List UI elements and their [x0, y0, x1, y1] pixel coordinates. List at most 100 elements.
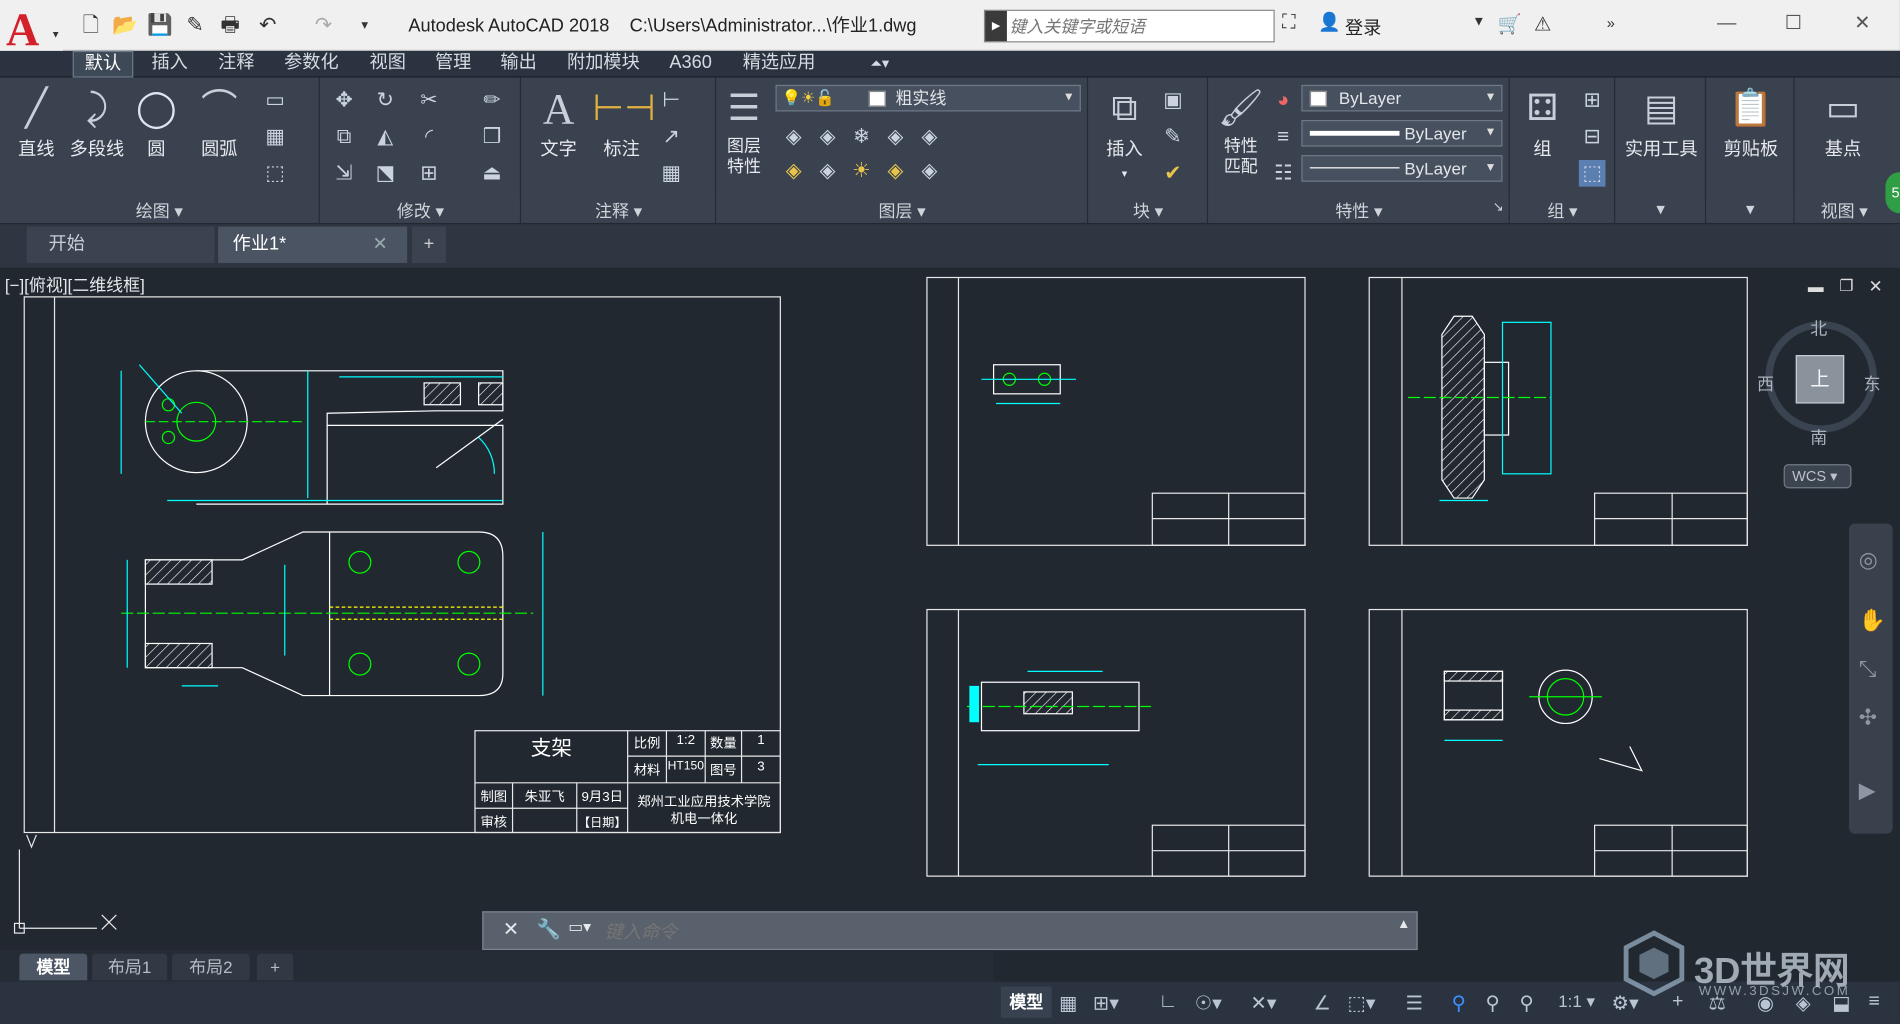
- maximize-button[interactable]: ☐: [1763, 7, 1824, 41]
- panel-view-label[interactable]: 视图 ▾: [1795, 198, 1893, 221]
- tab-default[interactable]: 默认: [72, 50, 134, 78]
- customize-wrench-icon[interactable]: 🔧: [537, 917, 561, 941]
- cart-icon[interactable]: 🛒: [1498, 12, 1522, 36]
- isodraft-icon[interactable]: ✕▾: [1250, 991, 1276, 1015]
- utilities-button[interactable]: ▤ 实用工具: [1619, 85, 1704, 161]
- panel-groups-label[interactable]: 组 ▾: [1510, 198, 1614, 221]
- group-button[interactable]: ⚃ 组: [1516, 85, 1569, 161]
- tab-manage[interactable]: 管理: [424, 51, 482, 78]
- layer-walk-icon[interactable]: ◈: [916, 158, 943, 185]
- group-select-icon[interactable]: ⬚: [1578, 159, 1606, 187]
- color-dropdown[interactable]: ByLayer ▼: [1301, 84, 1503, 112]
- model-space-button[interactable]: 模型: [1000, 986, 1052, 1018]
- annotation-scale-icon[interactable]: ⚲: [1519, 991, 1533, 1015]
- layer-unisolate-icon[interactable]: ◈: [814, 158, 841, 185]
- lineweight-icon[interactable]: ≡: [1270, 124, 1297, 151]
- tab-annotate[interactable]: 注释: [207, 51, 265, 78]
- panel-properties-label[interactable]: 特性 ▾ ↘: [1209, 198, 1509, 221]
- steering-wheel-icon[interactable]: ◎: [1859, 548, 1878, 573]
- panel-modify-label[interactable]: 修改 ▾: [321, 198, 520, 221]
- panel-draw-label[interactable]: 绘图 ▾: [0, 198, 319, 221]
- command-input[interactable]: [604, 918, 1284, 946]
- viewport-restore-icon[interactable]: ❐: [1839, 276, 1853, 295]
- undo-icon[interactable]: ↶: [254, 12, 281, 39]
- layer-lock-icon[interactable]: ◈: [882, 124, 909, 151]
- close-window-button[interactable]: ✕: [1832, 7, 1893, 41]
- layer-dropdown[interactable]: 💡☀🔓 粗实线 ▼: [775, 84, 1081, 112]
- tab-addins[interactable]: 附加模块: [557, 51, 649, 78]
- zoom-extents-icon[interactable]: ⤡: [1859, 657, 1876, 682]
- fillet-icon[interactable]: ◜: [416, 124, 443, 151]
- expand-history-icon[interactable]: ▲: [1397, 917, 1410, 932]
- block-attribute-icon[interactable]: ✔: [1160, 160, 1187, 187]
- pan-hand-icon[interactable]: ✋: [1859, 608, 1886, 633]
- panel-block-label[interactable]: 块 ▾: [1089, 198, 1207, 221]
- user-icon[interactable]: 👤: [1318, 11, 1341, 33]
- linetype-dropdown[interactable]: ByLayer ▼: [1301, 155, 1503, 182]
- viewcube-north[interactable]: 北: [1810, 316, 1827, 340]
- viewcube-south[interactable]: 南: [1810, 425, 1827, 449]
- move-icon[interactable]: ✥: [331, 87, 358, 114]
- panel-annotation-label[interactable]: 注释 ▾: [522, 198, 715, 221]
- linear-dim-icon[interactable]: ⊢: [658, 87, 685, 114]
- lineweight-dropdown[interactable]: ByLayer ▼: [1301, 119, 1503, 147]
- exchange-icon[interactable]: ⚠: [1534, 12, 1551, 36]
- array-icon[interactable]: ⊞: [416, 160, 443, 187]
- viewcube-east[interactable]: 东: [1864, 372, 1881, 396]
- layer-freeze-icon[interactable]: ❄: [848, 124, 875, 151]
- close-command-icon[interactable]: ✕: [503, 917, 519, 941]
- panel-layers-label[interactable]: 图层 ▾: [717, 198, 1087, 221]
- ribbon-minimize-toggle[interactable]: ⏶▾: [855, 51, 903, 78]
- search-input[interactable]: [1009, 13, 1270, 39]
- viewcube-west[interactable]: 西: [1757, 372, 1774, 396]
- polar-icon[interactable]: ☉▾: [1195, 991, 1222, 1015]
- layer-on-icon[interactable]: ◈: [780, 158, 807, 185]
- new-file-icon[interactable]: 🗋: [78, 12, 105, 39]
- sign-in-link[interactable]: 登录: [1345, 15, 1381, 40]
- polyline-tool-button[interactable]: ⤸ 多段线: [65, 85, 128, 161]
- stretch-icon[interactable]: ⇲: [331, 160, 358, 187]
- viewport-close-icon[interactable]: ✕: [1868, 276, 1882, 297]
- tab-insert[interactable]: 插入: [141, 51, 199, 78]
- tab-a360[interactable]: A360: [659, 51, 722, 78]
- create-block-icon[interactable]: ▣: [1160, 87, 1187, 114]
- layer-match-icon[interactable]: ◈: [916, 124, 943, 151]
- layer-off-icon[interactable]: ◈: [780, 124, 807, 151]
- arc-tool-button[interactable]: ⌒ 圆弧: [189, 85, 250, 161]
- customize-quick-access-icon[interactable]: ▾: [351, 12, 378, 39]
- tab-layout1[interactable]: 布局1: [92, 953, 168, 981]
- boundary-icon[interactable]: ⬚: [262, 160, 289, 187]
- base-view-button[interactable]: ▭ 基点: [1801, 85, 1886, 161]
- plot-icon[interactable]: 🖶: [217, 12, 244, 39]
- ortho-icon[interactable]: ∟: [1158, 991, 1177, 1013]
- linetype-icon[interactable]: ☷: [1270, 160, 1297, 187]
- tab-parametric[interactable]: 参数化: [274, 51, 349, 78]
- drawing-canvas[interactable]: [−][俯视][二维线框] 支架 比例 1:2 数量 1 材料 HT150 图号…: [0, 267, 1900, 951]
- expand-search-icon[interactable]: ▶: [985, 10, 1007, 42]
- rotate-icon[interactable]: ↻: [372, 87, 399, 114]
- group-edit-icon[interactable]: ⊟: [1579, 124, 1606, 151]
- tab-drawing1[interactable]: 作业1* ✕: [218, 226, 408, 263]
- snap-mode-icon[interactable]: ⊞▾: [1093, 991, 1119, 1015]
- wcs-dropdown[interactable]: WCS ▾: [1783, 464, 1852, 489]
- offset-icon[interactable]: ⏏: [479, 160, 506, 187]
- save-as-icon[interactable]: ✎: [182, 12, 209, 39]
- clipboard-button[interactable]: 📋 剪贴板: [1710, 85, 1792, 161]
- viewcube-top-face[interactable]: 上: [1795, 355, 1845, 404]
- help-expand-icon[interactable]: »: [1607, 15, 1615, 32]
- layer-unlock-icon[interactable]: ◈: [882, 158, 909, 185]
- dimension-tool-button[interactable]: ⊢⊣ 标注: [593, 85, 656, 161]
- new-tab-button[interactable]: +: [411, 226, 446, 263]
- insert-block-button[interactable]: ⧉ 插入 ▾: [1094, 85, 1155, 182]
- customization-menu-icon[interactable]: ≡: [1868, 991, 1879, 1013]
- annotation-visibility-icon[interactable]: ⚲: [1452, 991, 1466, 1015]
- ungroup-icon[interactable]: ⊞: [1579, 87, 1606, 114]
- open-file-icon[interactable]: 📂: [111, 12, 138, 39]
- layer-properties-button[interactable]: ☰ 图层 特性: [717, 85, 770, 177]
- mirror-icon[interactable]: ◭: [372, 124, 399, 151]
- circle-tool-button[interactable]: ◯ 圆: [131, 85, 182, 161]
- application-menu-button[interactable]: A ▼: [0, 0, 64, 56]
- save-icon[interactable]: 💾: [147, 12, 174, 39]
- tab-output[interactable]: 输出: [490, 51, 548, 78]
- tab-model[interactable]: 模型: [19, 953, 88, 981]
